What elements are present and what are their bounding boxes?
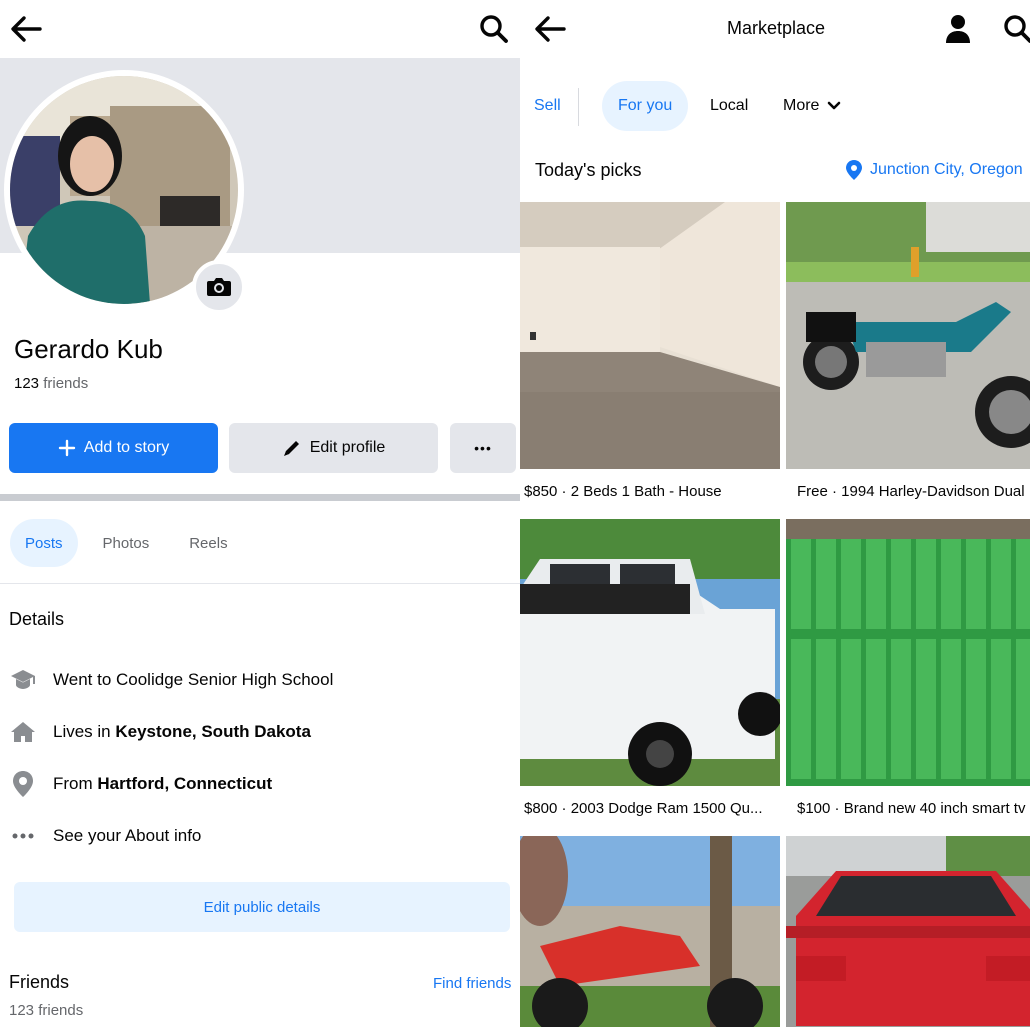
edit-profile-button[interactable]: Edit profile	[229, 423, 438, 473]
chevron-down-icon	[828, 101, 841, 110]
location-label: Junction City, Oregon	[870, 161, 1023, 178]
more-dots-icon: •••	[474, 440, 492, 456]
tab-separator	[578, 88, 579, 126]
edit-profile-label: Edit profile	[309, 439, 386, 456]
listing-caption[interactable]: $800 · 2003 Dodge Ram 1500 Qu...	[524, 799, 778, 819]
listing-caption[interactable]: $100 · Brand new 40 inch smart tv	[797, 799, 1030, 819]
search-icon[interactable]	[998, 10, 1030, 48]
detail-about-info[interactable]: See your About info	[9, 821, 201, 851]
details-heading: Details	[9, 609, 65, 629]
detail-education[interactable]: Went to Coolidge Senior High School	[9, 665, 333, 695]
tab-posts[interactable]: Posts	[10, 519, 78, 567]
back-arrow-icon[interactable]	[530, 10, 570, 48]
detail-lives-in[interactable]: Lives in Keystone, South Dakota	[9, 717, 311, 747]
tabs-divider	[0, 583, 520, 584]
detail-lives-in-prefix: Lives in	[53, 722, 116, 741]
listing-photo-motorcycle[interactable]	[786, 202, 1030, 469]
listing-photo-dirt-bike[interactable]	[520, 836, 780, 1027]
friends-subtitle: 123 friends	[9, 1002, 84, 1019]
location-pin-icon	[9, 770, 37, 798]
plus-icon	[58, 439, 76, 457]
edit-public-details-button[interactable]: Edit public details	[14, 882, 510, 932]
tab-more[interactable]: More	[783, 80, 841, 132]
listing-caption[interactable]: $850 · 2 Beds 1 Bath - House	[524, 482, 778, 502]
detail-lives-in-place: Keystone, South Dakota	[115, 722, 311, 741]
profile-more-button[interactable]: •••	[450, 423, 516, 473]
graduation-cap-icon	[9, 666, 37, 694]
tab-local[interactable]: Local	[710, 80, 748, 132]
profile-name: Gerardo Kub	[14, 334, 163, 364]
friends-count-number: 123	[14, 375, 40, 392]
listing-photo-red-car[interactable]	[786, 836, 1030, 1027]
person-icon[interactable]	[938, 10, 978, 48]
more-dots-icon	[9, 822, 37, 850]
detail-from-prefix: From	[53, 774, 98, 793]
profile-tabs: Posts Photos Reels	[10, 518, 243, 568]
location-pin-icon	[846, 160, 862, 180]
section-divider	[0, 494, 520, 501]
find-friends-link[interactable]: Find friends	[433, 975, 511, 992]
profile-panel: Gerardo Kub 123 friends Add to story Edi…	[0, 0, 520, 1027]
friends-count[interactable]: 123 friends	[14, 375, 88, 392]
todays-picks-heading: Today's picks	[535, 160, 642, 180]
search-icon[interactable]	[474, 10, 514, 48]
friends-count-label: friends	[43, 375, 89, 392]
detail-about-text: See your About info	[53, 826, 202, 845]
location-filter[interactable]: Junction City, Oregon	[846, 160, 1023, 180]
listing-photo-room[interactable]	[520, 202, 780, 469]
change-photo-camera-icon[interactable]	[192, 260, 246, 314]
profile-top-bar	[0, 0, 520, 58]
friends-heading: Friends	[9, 972, 70, 992]
tab-for-you[interactable]: For you	[602, 81, 689, 131]
marketplace-panel: Marketplace Sell For you Local More Toda…	[520, 0, 1030, 1027]
add-to-story-button[interactable]: Add to story	[9, 423, 218, 473]
marketplace-title: Marketplace	[727, 18, 826, 38]
marketplace-tabs: Sell For you Local More	[520, 80, 1030, 132]
tab-photos[interactable]: Photos	[88, 519, 165, 567]
detail-education-text: Went to Coolidge Senior High School	[53, 670, 334, 689]
back-arrow-icon[interactable]	[6, 10, 46, 48]
pencil-icon	[283, 441, 299, 456]
home-icon	[9, 718, 37, 746]
detail-from[interactable]: From Hartford, Connecticut	[9, 769, 272, 799]
add-to-story-label: Add to story	[83, 439, 170, 456]
detail-from-place: Hartford, Connecticut	[97, 774, 273, 793]
listing-caption[interactable]: Free · 1994 Harley-Davidson Dual	[797, 482, 1030, 502]
listing-photo-green-boxes[interactable]	[786, 519, 1030, 786]
tab-sell[interactable]: Sell	[534, 80, 561, 132]
tab-more-label: More	[783, 97, 820, 114]
tab-reels[interactable]: Reels	[174, 519, 242, 567]
listing-photo-truck[interactable]	[520, 519, 780, 786]
